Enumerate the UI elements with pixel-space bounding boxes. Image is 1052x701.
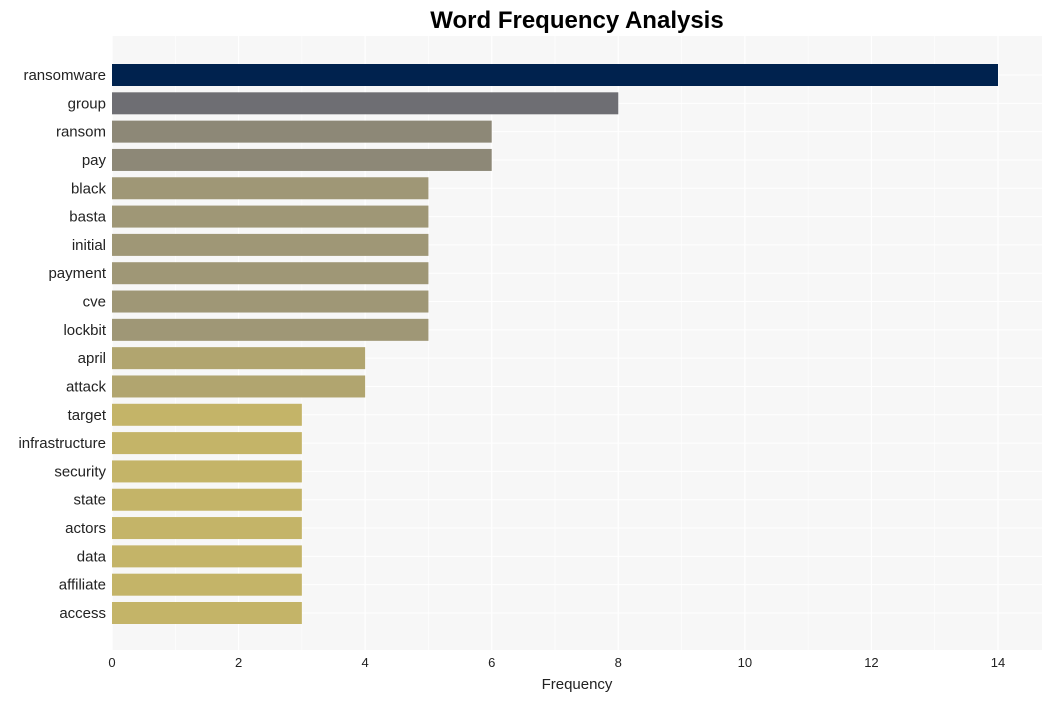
x-tick-label: 6 <box>488 655 495 670</box>
y-label-state: state <box>73 492 106 509</box>
x-axis-label: Frequency <box>542 676 613 693</box>
bar-april <box>112 347 366 370</box>
bar-target <box>112 403 302 426</box>
y-label-actors: actors <box>65 520 106 537</box>
y-label-infrastructure: infrastructure <box>18 435 106 452</box>
bar-basta <box>112 205 429 228</box>
y-label-black: black <box>71 180 107 197</box>
bar-initial <box>112 233 429 256</box>
chart-title: Word Frequency Analysis <box>430 7 723 34</box>
bar-ransom <box>112 120 492 143</box>
bar-access <box>112 602 302 624</box>
bar-payment <box>112 262 429 285</box>
bar-security <box>112 460 302 483</box>
y-axis-labels: ransomware group ransom pay black basta initia… <box>18 67 106 622</box>
y-label-initial: initial <box>72 237 106 254</box>
y-label-data: data <box>77 548 107 565</box>
x-tick-label: 2 <box>235 655 242 670</box>
bar-black <box>112 177 429 200</box>
bar-pay <box>112 148 492 171</box>
y-label-ransom: ransom <box>56 124 106 141</box>
y-label-pay: pay <box>82 152 107 169</box>
bar-group <box>112 92 619 115</box>
y-label-payment: payment <box>48 265 106 282</box>
bar-attack <box>112 375 366 398</box>
bar-affiliate <box>112 573 302 596</box>
bar-data <box>112 545 302 568</box>
y-label-basta: basta <box>69 209 106 226</box>
y-label-group: group <box>68 95 106 112</box>
x-tick-label: 4 <box>362 655 369 670</box>
x-tick-label: 14 <box>991 655 1005 670</box>
bar-state <box>112 488 302 511</box>
bar-ransomware <box>112 64 998 86</box>
x-tick-label: 12 <box>864 655 878 670</box>
x-tick-label: 8 <box>615 655 622 670</box>
x-tick-label: 0 <box>108 655 115 670</box>
x-tick-label: 10 <box>738 655 752 670</box>
y-label-cve: cve <box>83 294 106 311</box>
y-label-affiliate: affiliate <box>59 577 106 594</box>
y-label-access: access <box>59 605 106 622</box>
y-label-april: april <box>78 350 106 367</box>
y-label-ransomware: ransomware <box>23 67 106 84</box>
x-axis-ticks: 0 2 4 6 8 10 12 14 <box>108 655 1005 670</box>
bar-lockbit <box>112 318 429 341</box>
y-label-target: target <box>68 407 107 424</box>
bar-cve <box>112 290 429 313</box>
bar-actors <box>112 517 302 540</box>
bar-infrastructure <box>112 432 302 455</box>
y-label-lockbit: lockbit <box>63 322 106 339</box>
word-frequency-chart: ransomware group ransom pay black basta initia… <box>18 7 1042 693</box>
y-label-security: security <box>54 463 106 480</box>
y-label-attack: attack <box>66 378 107 395</box>
